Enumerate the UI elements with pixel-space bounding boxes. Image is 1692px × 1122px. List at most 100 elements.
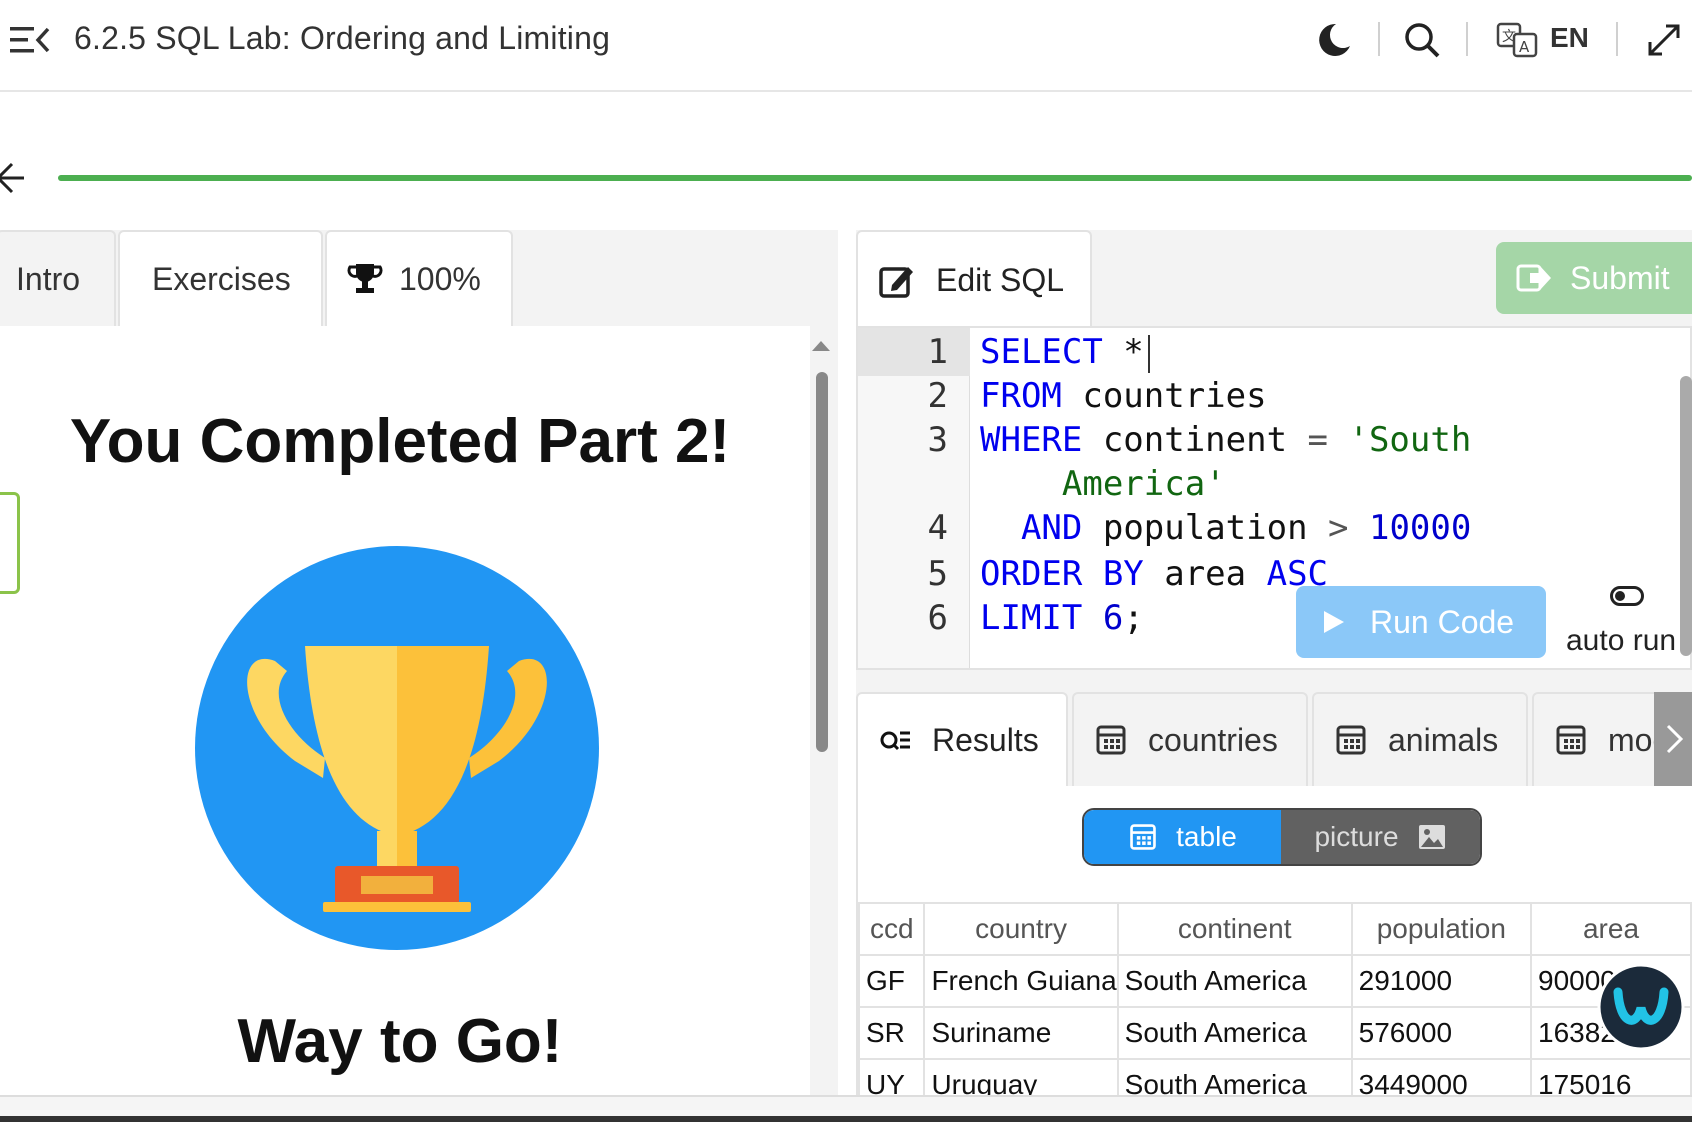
line-number: 3 xyxy=(927,420,948,460)
moon-icon[interactable] xyxy=(1314,20,1354,60)
code-keyword: SELECT xyxy=(980,332,1103,372)
table-cell: French Guiana xyxy=(923,954,1119,1008)
progress-fill xyxy=(58,175,1692,181)
line-number: 6 xyxy=(927,598,948,638)
tab-edit-sql[interactable]: Edit SQL xyxy=(856,230,1092,328)
code-line-2[interactable]: FROM countries xyxy=(980,376,1267,416)
code-line-6[interactable]: LIMIT 6; xyxy=(980,598,1144,638)
tab-animals[interactable]: animals xyxy=(1312,692,1528,786)
table-icon xyxy=(1096,725,1126,755)
auto-run-label: auto run xyxy=(1566,624,1677,657)
code-string: America' xyxy=(980,464,1226,504)
code-text: ; xyxy=(1123,598,1144,638)
editor-scrollbar[interactable] xyxy=(1680,376,1692,656)
code-text: * xyxy=(1102,332,1144,372)
auto-run-toggle[interactable] xyxy=(1610,586,1644,606)
more-tabs-button[interactable] xyxy=(1654,692,1692,786)
table-cell: South America xyxy=(1116,1006,1353,1060)
column-header[interactable]: country xyxy=(923,902,1119,956)
table-cell: South America xyxy=(1116,954,1353,1008)
table-icon xyxy=(1130,824,1156,850)
code-keyword: LIMIT xyxy=(980,598,1083,638)
sql-editor[interactable]: 1 2 3 4 5 6 SELECT * FROM countries WHER… xyxy=(856,326,1692,670)
prev-page-button[interactable] xyxy=(0,492,20,594)
code-operator: = xyxy=(1307,420,1329,460)
code-line-1[interactable]: SELECT * xyxy=(980,332,1150,373)
view-picture-button[interactable]: picture xyxy=(1281,810,1480,864)
tab-score[interactable]: 100% xyxy=(325,230,513,326)
completion-footer: Way to Go! xyxy=(237,1007,563,1076)
results-icon xyxy=(880,731,910,751)
code-keyword: ORDER BY xyxy=(980,554,1144,594)
code-line-3[interactable]: WHERE continent = 'South xyxy=(980,420,1471,460)
results-table: ccd country continent population area GF… xyxy=(857,902,1692,1112)
edit-icon xyxy=(879,267,913,298)
table-row: SR Suriname South America 576000 163820 xyxy=(857,1006,1692,1060)
tab-countries-label: countries xyxy=(1148,721,1278,758)
view-table-label: table xyxy=(1176,821,1237,852)
tab-edit-sql-label: Edit SQL xyxy=(936,261,1065,298)
line-number: 4 xyxy=(927,508,948,548)
toolbar-divider xyxy=(1616,22,1618,56)
left-scrollbar-thumb[interactable] xyxy=(816,372,828,752)
line-number: 2 xyxy=(927,376,948,416)
submit-arrow-icon xyxy=(1516,264,1551,292)
table-icon xyxy=(1336,725,1366,755)
table-header-row: ccd country continent population area xyxy=(857,902,1692,956)
column-header[interactable]: continent xyxy=(1116,902,1353,956)
view-table-button[interactable]: table xyxy=(1084,810,1281,864)
instructions-panel: Intro Exercises 100% You Completed Part … xyxy=(0,230,838,1095)
table-cell: SR xyxy=(857,1006,926,1060)
line-number: 1 xyxy=(927,332,948,372)
table-cell: Suriname xyxy=(923,1006,1119,1060)
column-header[interactable]: population xyxy=(1350,902,1533,956)
menu-collapse-icon[interactable] xyxy=(10,24,50,56)
run-code-label: Run Code xyxy=(1370,603,1515,640)
run-code-button[interactable]: Run Code xyxy=(1296,586,1546,658)
code-keyword: FROM xyxy=(980,376,1062,416)
trophy-illustration xyxy=(195,546,599,950)
tab-exercises-label: Exercises xyxy=(152,260,291,297)
table-cell: 291000 xyxy=(1350,954,1533,1008)
tab-results-label: Results xyxy=(932,721,1039,758)
submit-button[interactable]: Submit xyxy=(1496,242,1692,314)
code-keyword: WHERE xyxy=(980,420,1083,460)
table-icon xyxy=(1556,725,1586,755)
code-line-3-wrap[interactable]: America' xyxy=(980,464,1226,504)
line-number: 5 xyxy=(927,554,948,594)
code-number: 6 xyxy=(1082,598,1124,638)
text-cursor xyxy=(1147,334,1150,373)
code-operator: > xyxy=(1328,508,1349,548)
column-header[interactable]: ccd xyxy=(857,902,926,956)
page-title: 6.2.5 SQL Lab: Ordering and Limiting xyxy=(74,20,611,56)
tab-intro[interactable]: Intro xyxy=(0,230,116,326)
code-line-4[interactable]: AND population > 10000 xyxy=(980,508,1471,548)
chevron-right-icon xyxy=(1666,724,1684,754)
sql-panel: Edit SQL Submit 1 2 3 4 5 6 SELECT * FRO… xyxy=(856,230,1692,1112)
back-arrow-icon[interactable] xyxy=(0,160,24,196)
assistant-avatar-icon[interactable] xyxy=(1596,962,1686,1052)
tab-results[interactable]: Results xyxy=(856,692,1068,786)
tab-exercises[interactable]: Exercises xyxy=(118,230,323,326)
translate-icon[interactable]: 文 A xyxy=(1496,20,1540,60)
toolbar-divider xyxy=(1378,22,1380,56)
code-line-5[interactable]: ORDER BY area ASC xyxy=(980,554,1328,594)
completion-card: You Completed Part 2! Way to Go! xyxy=(0,326,810,1095)
auto-run-toggle-knob xyxy=(1615,591,1625,601)
column-header[interactable]: area xyxy=(1530,902,1692,956)
tab-score-label: 100% xyxy=(399,260,481,297)
results-area: table picture ccd country continent popu… xyxy=(856,786,1692,1112)
search-icon[interactable] xyxy=(1402,20,1442,60)
trophy-icon xyxy=(347,264,383,293)
expand-icon[interactable] xyxy=(1644,20,1684,60)
tab-animals-label: animals xyxy=(1388,721,1499,758)
tab-countries[interactable]: countries xyxy=(1072,692,1308,786)
left-scrollbar[interactable] xyxy=(810,368,832,752)
view-toggle: table picture xyxy=(1082,808,1482,866)
code-text: countries xyxy=(1061,376,1267,416)
code-string: 'South xyxy=(1328,420,1472,460)
svg-text:A: A xyxy=(1519,38,1530,56)
language-label[interactable]: EN xyxy=(1550,22,1589,54)
scroll-up-arrow-icon[interactable] xyxy=(810,338,832,354)
